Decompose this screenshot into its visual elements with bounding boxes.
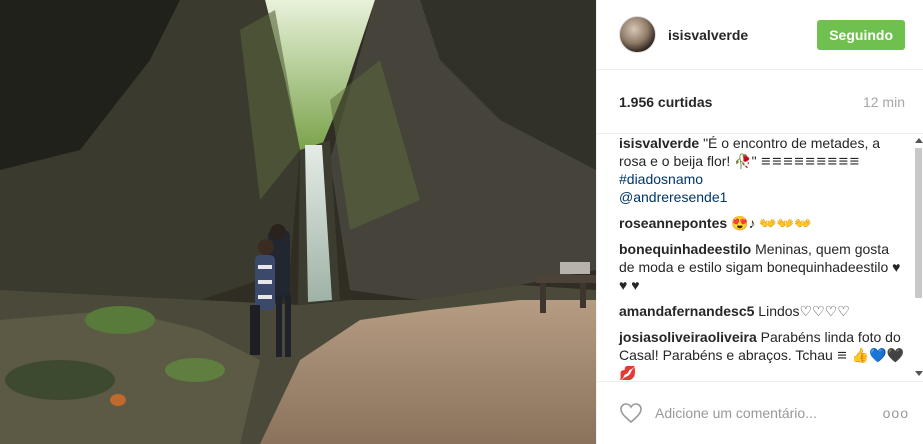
post-time[interactable]: 12 min — [863, 94, 905, 110]
avatar[interactable] — [619, 16, 656, 53]
comment-text: Lindos♡♡♡♡ — [758, 303, 850, 319]
comment-author[interactable]: josiasoliveiraoliveira — [619, 329, 757, 345]
scroll-up-icon[interactable] — [915, 138, 923, 143]
list-item: josiasoliveiraoliveira Parabéns linda fo… — [619, 328, 905, 380]
post-meta: 1.956 curtidas 12 min — [597, 70, 923, 134]
comments-list[interactable]: isisvalverde "É o encontro de metades, a… — [597, 134, 923, 380]
scroll-thumb[interactable] — [915, 148, 922, 298]
list-item: bonequinhadeestilo Meninas, quem gosta d… — [619, 240, 905, 294]
likes-count[interactable]: 1.956 curtidas — [619, 94, 712, 110]
comment-author[interactable]: bonequinhadeestilo — [619, 241, 751, 257]
comment-bar: Adicione um comentário... ooo — [597, 381, 923, 444]
post-photo — [0, 0, 596, 444]
comments-scrollbar[interactable] — [914, 134, 923, 380]
list-item: isisvalverde "É o encontro de metades, a… — [619, 134, 905, 206]
list-item: roseannepontes 😍♪ 👐👐👐 — [619, 214, 905, 232]
following-button[interactable]: Seguindo — [817, 19, 905, 50]
heart-icon[interactable] — [619, 402, 643, 424]
comment-input[interactable]: Adicione um comentário... — [655, 405, 883, 421]
hashtag-link[interactable]: #diadosnamo — [619, 170, 905, 188]
post-sidebar: isisvalverde Seguindo 1.956 curtidas 12 … — [596, 0, 923, 444]
waterfall-couple-photo — [0, 0, 596, 444]
more-options-icon[interactable]: ooo — [883, 405, 909, 421]
comment-author[interactable]: isisvalverde — [619, 135, 699, 151]
scroll-down-icon[interactable] — [915, 371, 923, 376]
mention-link[interactable]: @andreresende1 — [619, 188, 905, 206]
list-item: amandafernandesc5 Lindos♡♡♡♡ — [619, 302, 905, 320]
post-header: isisvalverde Seguindo — [597, 0, 923, 70]
comment-text: 😍♪ 👐👐👐 — [731, 215, 812, 231]
comment-author[interactable]: roseannepontes — [619, 215, 727, 231]
comment-author[interactable]: amandafernandesc5 — [619, 303, 754, 319]
username[interactable]: isisvalverde — [668, 27, 817, 43]
